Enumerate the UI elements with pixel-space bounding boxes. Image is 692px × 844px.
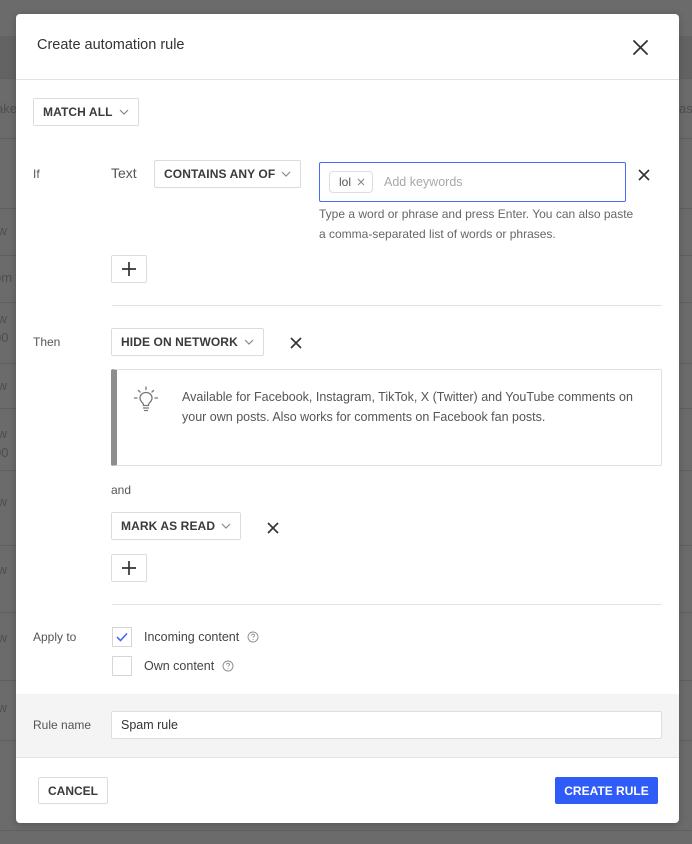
rule-name-section: Rule name	[16, 694, 679, 758]
primary-action-dropdown[interactable]: HIDE ON NETWORK	[111, 328, 264, 356]
create-rule-button[interactable]: CREATE RULE	[555, 777, 658, 804]
section-divider	[112, 604, 662, 605]
lightbulb-icon	[133, 386, 159, 412]
condition-field-label: Text	[111, 165, 137, 181]
close-icon	[638, 169, 650, 181]
primary-action-label: HIDE ON NETWORK	[121, 335, 238, 349]
secondary-action-dropdown[interactable]: MARK AS READ	[111, 512, 242, 540]
automation-rule-dialog: Create automation rule MATCH ALL If Text…	[16, 14, 679, 823]
and-label: and	[111, 483, 132, 497]
own-content-option: Own content	[144, 659, 234, 673]
background-text: /w	[0, 426, 7, 441]
condition-operator-dropdown[interactable]: CONTAINS ANY OF	[154, 160, 302, 188]
remove-secondary-action-button[interactable]	[266, 521, 280, 535]
then-label: Then	[33, 335, 61, 349]
plus-icon	[122, 262, 136, 276]
close-icon	[267, 522, 279, 534]
background-text: /w	[0, 311, 7, 326]
keywords-hint: Type a word or phrase and press Enter. Y…	[319, 207, 634, 241]
chevron-down-icon	[221, 523, 231, 529]
help-icon[interactable]	[247, 631, 259, 643]
checkmark-icon	[116, 632, 128, 642]
condition-operator-label: CONTAINS ANY OF	[164, 167, 276, 181]
background-text: /w	[0, 494, 7, 509]
add-action-button[interactable]	[111, 554, 147, 582]
background-divider	[0, 830, 692, 831]
add-condition-button[interactable]	[111, 255, 147, 283]
own-content-label: Own content	[144, 659, 215, 673]
keywords-field[interactable]: lol	[319, 162, 626, 202]
network-availability-text: Available for Facebook, Instagram, TikTo…	[182, 390, 633, 424]
keyword-chip: lol	[329, 171, 374, 193]
incoming-content-checkbox[interactable]	[112, 627, 132, 647]
background-text: ake	[0, 101, 17, 116]
plus-icon	[122, 561, 136, 575]
background-text: /w	[0, 562, 7, 577]
background-text: /w	[0, 223, 7, 238]
remove-keyword-button[interactable]	[357, 178, 365, 186]
background-text: /w	[0, 378, 7, 393]
dialog-title: Create automation rule	[37, 37, 185, 53]
background-text: /w	[0, 700, 7, 715]
background-text: 00	[0, 445, 9, 460]
dialog-header: Create automation rule	[16, 14, 679, 80]
keywords-input[interactable]	[384, 175, 585, 189]
match-mode-label: MATCH ALL	[43, 105, 113, 119]
chevron-down-icon	[244, 339, 254, 345]
if-label: If	[33, 167, 40, 181]
match-mode-dropdown[interactable]: MATCH ALL	[33, 98, 139, 126]
background-text: /w	[0, 630, 7, 645]
close-icon	[632, 39, 648, 55]
incoming-content-option: Incoming content	[144, 630, 259, 644]
background-text: as	[679, 101, 692, 116]
close-dialog-button[interactable]	[629, 36, 651, 58]
remove-primary-action-button[interactable]	[289, 336, 303, 350]
rule-name-input[interactable]	[111, 711, 662, 739]
apply-to-label: Apply to	[33, 630, 77, 644]
secondary-action-label: MARK AS READ	[121, 519, 216, 533]
close-icon	[357, 178, 365, 186]
background-text: 00	[0, 330, 9, 345]
close-icon	[290, 337, 302, 349]
own-content-checkbox[interactable]	[112, 656, 132, 676]
section-divider	[112, 305, 662, 306]
cancel-button[interactable]: CANCEL	[38, 777, 108, 804]
background-text: om	[0, 270, 13, 285]
remove-condition-button[interactable]	[637, 168, 651, 182]
help-icon[interactable]	[222, 660, 234, 672]
rule-name-label: Rule name	[33, 718, 92, 732]
chevron-down-icon	[119, 109, 129, 115]
keyword-chip-text: lol	[339, 175, 352, 189]
network-availability-note: Available for Facebook, Instagram, TikTo…	[111, 369, 662, 466]
chevron-down-icon	[281, 171, 291, 177]
incoming-content-label: Incoming content	[144, 630, 240, 644]
